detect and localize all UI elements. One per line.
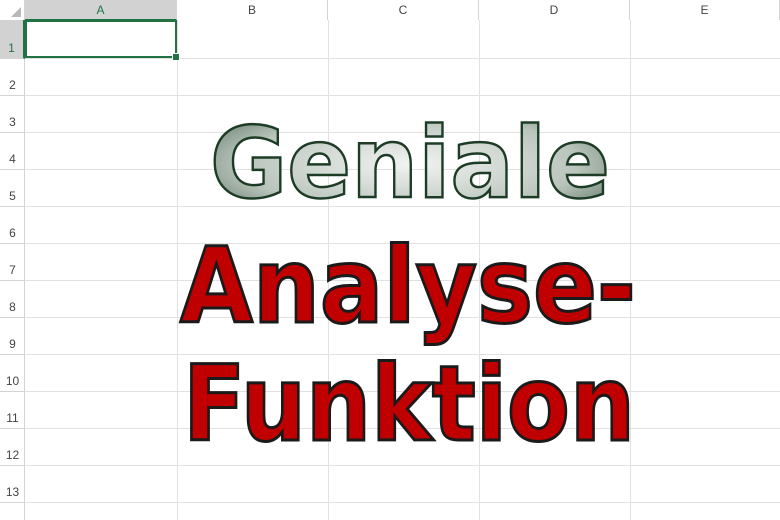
row-header-bar: 1 2 3 4 5 6 7 8 9 10 11 12 13 [0,20,25,520]
select-all-corner[interactable] [0,0,25,20]
gridline [25,58,780,59]
row-header-4[interactable]: 4 [0,133,25,170]
gridline [25,354,780,355]
column-header-e[interactable]: E [630,0,780,20]
cell-grid[interactable] [25,20,780,520]
column-header-d[interactable]: D [479,0,630,20]
gridline [25,95,780,96]
row-header-11[interactable]: 11 [0,392,25,429]
row-header-13[interactable]: 13 [0,466,25,503]
gridline [25,243,780,244]
row-header-6[interactable]: 6 [0,207,25,244]
gridline [25,502,780,503]
row-header-8[interactable]: 8 [0,281,25,318]
gridline [25,206,780,207]
spreadsheet: A B C D E 1 2 3 4 5 6 7 8 9 10 11 12 13 [0,0,780,520]
row-header-3[interactable]: 3 [0,96,25,133]
gridline [25,317,780,318]
row-header-5[interactable]: 5 [0,170,25,207]
column-header-b[interactable]: B [177,0,328,20]
row-header-1[interactable]: 1 [0,20,25,59]
gridline [25,391,780,392]
fill-handle[interactable] [172,53,180,61]
column-header-bar: A B C D E [0,0,780,21]
gridline [25,428,780,429]
gridline [25,280,780,281]
row-header-9[interactable]: 9 [0,318,25,355]
gridline [25,132,780,133]
row-header-2[interactable]: 2 [0,59,25,96]
gridline [25,169,780,170]
gridline [25,465,780,466]
row-header-10[interactable]: 10 [0,355,25,392]
row-header-7[interactable]: 7 [0,244,25,281]
active-cell-a1[interactable] [25,20,177,58]
column-header-a[interactable]: A [25,0,177,21]
row-header-12[interactable]: 12 [0,429,25,466]
column-header-c[interactable]: C [328,0,479,20]
select-all-triangle-icon [11,7,21,17]
